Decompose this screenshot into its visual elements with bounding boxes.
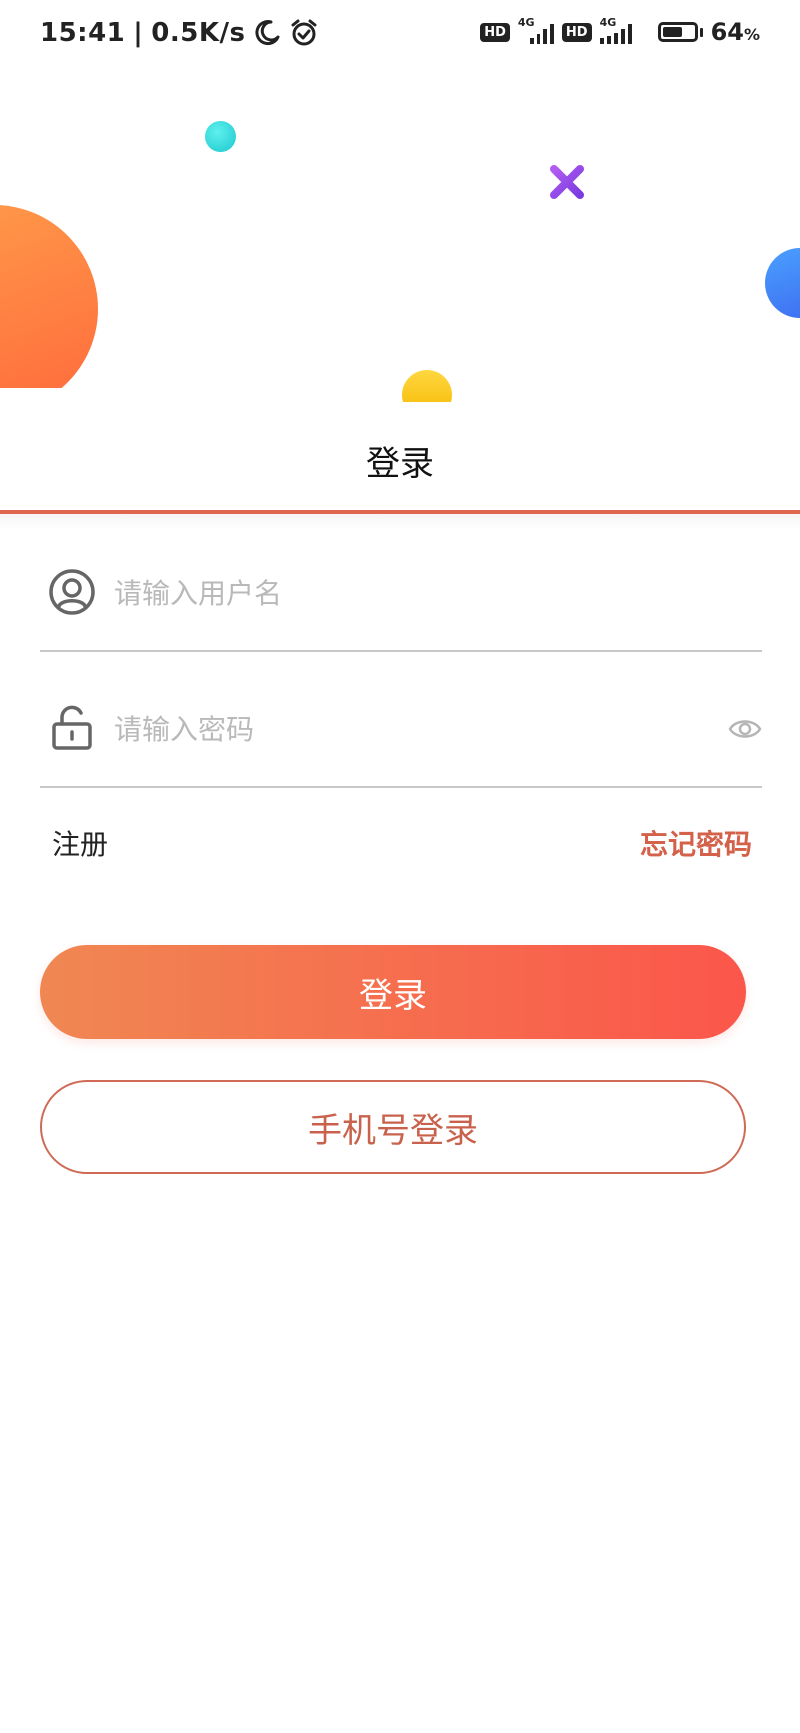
network-type-sim1: 4G [517,16,535,29]
password-field [40,668,762,788]
username-field [40,532,762,652]
page-title: 登录 [366,444,434,484]
forgot-password-link[interactable]: 忘记密码 [640,823,752,863]
battery-icon [657,22,703,42]
status-separator: | [133,18,144,48]
battery-percent: 64% [710,18,760,46]
header-shadow [0,514,800,530]
moon-icon [255,20,280,46]
hd-badge-sim2: HD [561,22,592,42]
lock-icon [52,705,92,750]
eye-icon[interactable] [728,712,762,746]
network-speed: 0.5K/s [151,18,246,48]
status-right: HD 4G HD 4G 64% [480,16,760,46]
network-type-sim2: 4G [599,16,617,29]
signal-icon-sim2: 4G [599,16,650,44]
phone-login-button[interactable]: 手机号登录 [40,1080,746,1174]
hd-badge-sim1: HD [480,22,510,42]
decorative-x-shape [550,165,584,199]
signal-icon-sim1: 4G [518,16,554,44]
status-left: 15:41 | 0.5K/s [40,18,319,48]
password-input[interactable] [112,698,676,760]
login-screen: 15:41 | 0.5K/s HD 4G HD 4G 64% 登录 请输入用户名… [0,0,800,1733]
decorative-yellow-semicircle [402,370,452,402]
battery-fill [662,27,682,37]
alarm-icon [291,19,317,46]
decorative-orange-circle [0,205,98,389]
register-link[interactable]: 注册 [52,823,108,863]
status-time: 15:41 [40,18,126,48]
decorative-teal-circle [205,121,236,152]
login-button[interactable]: 登录 [40,945,746,1039]
decorative-blue-circle [765,248,800,318]
status-bar: 15:41 | 0.5K/s HD 4G HD 4G 64% [0,0,800,70]
user-icon [49,569,95,615]
username-input[interactable] [112,562,676,624]
